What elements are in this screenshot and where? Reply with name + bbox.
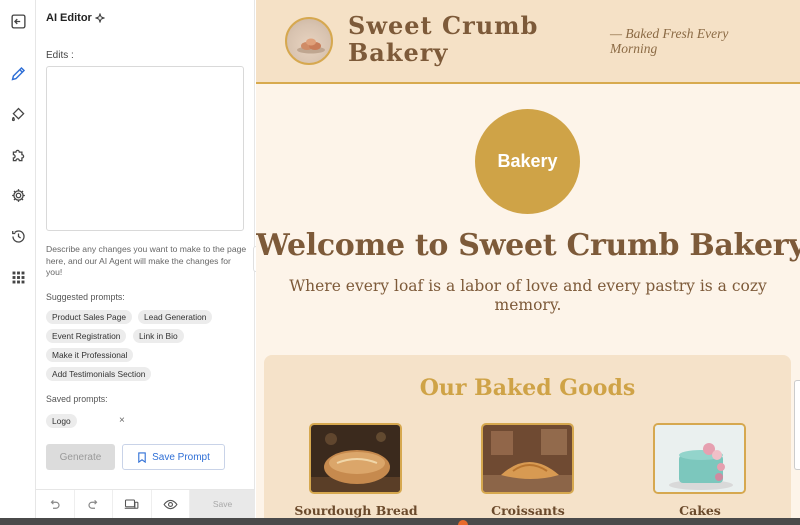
goods-title: Our Baked Goods	[419, 375, 636, 401]
scrollbar-handle[interactable]	[794, 380, 800, 470]
exit-panel-button[interactable]	[6, 9, 30, 33]
croissant-photo	[483, 425, 572, 492]
plugins-button[interactable]	[6, 143, 30, 167]
site-preview: Sweet Crumb Bakery — Baked Fresh Every M…	[256, 0, 800, 518]
generate-button[interactable]: Generate	[46, 444, 115, 470]
undo-button[interactable]	[36, 490, 75, 519]
bakery-badge: Bakery	[475, 109, 580, 214]
cake-photo	[655, 425, 744, 492]
taskbar-strip	[0, 518, 800, 525]
suggested-prompt-chip[interactable]: Product Sales Page	[46, 310, 133, 324]
sparkle-icon	[94, 13, 105, 23]
redo-icon	[88, 499, 98, 509]
history-button[interactable]	[6, 224, 30, 248]
responsive-devices-icon	[125, 499, 139, 509]
save-button[interactable]: Save	[190, 490, 255, 518]
settings-button[interactable]	[6, 183, 30, 207]
remove-saved-prompt-button[interactable]: ×	[119, 415, 125, 426]
pastry-logo-image	[297, 38, 325, 54]
suggested-prompts-label: Suggested prompts:	[46, 292, 125, 302]
exit-panel-icon	[10, 13, 26, 29]
edits-input[interactable]	[46, 66, 244, 231]
icon-rail	[0, 0, 36, 518]
croissant-image[interactable]	[481, 423, 574, 494]
pencil-icon	[11, 66, 25, 80]
hero-title: Welcome to Sweet Crumb Bakery	[256, 228, 800, 263]
suggested-prompt-chip[interactable]: Link in Bio	[133, 329, 184, 343]
cake-image[interactable]	[653, 423, 746, 494]
baked-goods-section: Our Baked Goods Sourdough Bread Croissan…	[264, 355, 791, 518]
device-preview-button[interactable]	[113, 490, 152, 519]
panel-title: AI Editor	[46, 12, 105, 24]
site-header: Sweet Crumb Bakery — Baked Fresh Every M…	[256, 0, 800, 84]
apps-button[interactable]	[6, 265, 30, 289]
good-name-sourdough: Sourdough Bread	[294, 503, 418, 518]
ai-editor-panel: AI Editor Edits : Describe any changes y…	[36, 0, 255, 519]
paint-bucket-icon	[11, 107, 25, 121]
save-prompt-button[interactable]: Save Prompt	[122, 444, 225, 470]
preview-button[interactable]	[152, 490, 190, 519]
edits-label: Edits :	[46, 50, 74, 61]
site-logo[interactable]	[285, 17, 333, 65]
site-name: Sweet Crumb Bakery	[348, 12, 538, 66]
puzzle-icon	[12, 149, 24, 161]
bookmark-icon	[138, 451, 146, 463]
status-dot-icon	[458, 520, 468, 525]
history-icon	[11, 229, 25, 243]
suggested-prompt-chip[interactable]: Lead Generation	[138, 310, 213, 324]
suggested-prompt-chip[interactable]: Event Registration	[46, 329, 127, 343]
undo-icon	[50, 499, 60, 509]
site-name-line2: Bakery	[348, 38, 449, 67]
panel-toolbar: Save	[36, 489, 255, 519]
edit-tool-button[interactable]	[6, 61, 30, 85]
gear-icon	[11, 188, 25, 202]
sourdough-image[interactable]	[309, 423, 402, 494]
help-text: Describe any changes you want to make to…	[46, 244, 247, 277]
style-tool-button[interactable]	[6, 102, 30, 126]
suggested-prompt-chip[interactable]: Make it Professional	[46, 348, 134, 362]
suggested-prompt-chip[interactable]: Add Testimonials Section	[46, 367, 152, 381]
save-prompt-label: Save Prompt	[152, 451, 210, 463]
site-name-line1: Sweet Crumb	[348, 11, 539, 40]
good-name-croissants: Croissants	[491, 503, 565, 518]
saved-prompt-chip[interactable]: Logo	[46, 414, 77, 428]
sourdough-bread-photo	[311, 425, 400, 492]
redo-button[interactable]	[75, 490, 113, 519]
hero-subtitle: Where every loaf is a labor of love and …	[289, 277, 767, 314]
eye-icon	[163, 499, 178, 510]
site-tagline: — Baked Fresh Every Morning	[610, 26, 729, 56]
good-name-cakes: Cakes	[679, 503, 721, 518]
saved-prompts-label: Saved prompts:	[46, 394, 108, 404]
apps-grid-icon	[12, 271, 24, 283]
panel-title-text: AI Editor	[46, 12, 92, 24]
